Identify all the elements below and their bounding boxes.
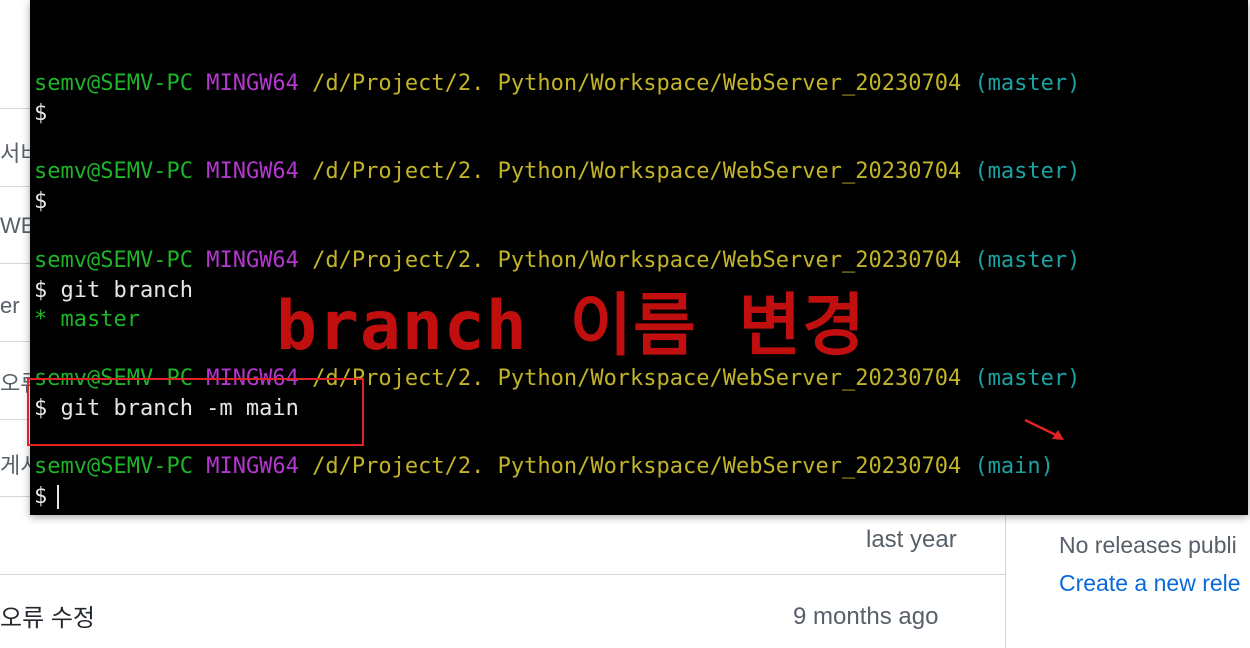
prompt-path: /d/Project/2. Python/Workspace/WebServer… <box>312 71 962 96</box>
prompt-branch: (master) <box>974 366 1081 391</box>
prompt-path: /d/Project/2. Python/Workspace/WebServer… <box>312 159 962 184</box>
prompt-host: MINGW64 <box>206 71 299 96</box>
prompt-branch: (master) <box>974 248 1081 273</box>
create-release-link[interactable]: Create a new rele <box>1059 570 1241 597</box>
commit-time[interactable]: 9 months ago <box>793 603 938 631</box>
prompt-line: semv@SEMV-PC MINGW64 /d/Project/2. Pytho… <box>34 452 1054 482</box>
row-edge-text: er <box>0 293 20 318</box>
prompt-branch: (main) <box>974 454 1054 479</box>
command-line: $ git branch <box>34 278 193 303</box>
prompt-user: semv@SEMV-PC <box>34 71 193 96</box>
prompt-user: semv@SEMV-PC <box>34 454 193 479</box>
prompt-line: semv@SEMV-PC MINGW64 /d/Project/2. Pytho… <box>34 69 1080 99</box>
prompt-path: /d/Project/2. Python/Workspace/WebServer… <box>312 454 962 479</box>
sidebar-divider <box>1005 515 1006 648</box>
command-line: $ <box>34 101 48 126</box>
arrow-icon <box>1024 418 1064 440</box>
commit-message-link[interactable]: 오류 수정 <box>0 598 95 633</box>
prompt-symbol: $ <box>34 484 48 509</box>
prompt-path: /d/Project/2. Python/Workspace/WebServer… <box>312 366 962 391</box>
prompt-branch: (master) <box>974 159 1081 184</box>
annotation-title: branch 이름 변경 <box>276 287 866 366</box>
command-line: $ <box>34 189 48 214</box>
prompt-user: semv@SEMV-PC <box>34 159 193 184</box>
command-line[interactable]: $ <box>34 482 60 512</box>
prompt-line: semv@SEMV-PC MINGW64 /d/Project/2. Pytho… <box>34 157 1080 187</box>
prompt-branch: (master) <box>974 71 1081 96</box>
prompt-host: MINGW64 <box>206 454 299 479</box>
text-cursor <box>57 485 60 509</box>
command-output: * master <box>34 307 140 332</box>
highlight-box <box>27 378 364 446</box>
commit-time[interactable]: last year <box>866 526 957 554</box>
no-releases-text: No releases publi <box>1059 532 1237 558</box>
prompt-user: semv@SEMV-PC <box>34 248 193 273</box>
prompt-host: MINGW64 <box>206 159 299 184</box>
row-divider <box>0 574 1005 575</box>
